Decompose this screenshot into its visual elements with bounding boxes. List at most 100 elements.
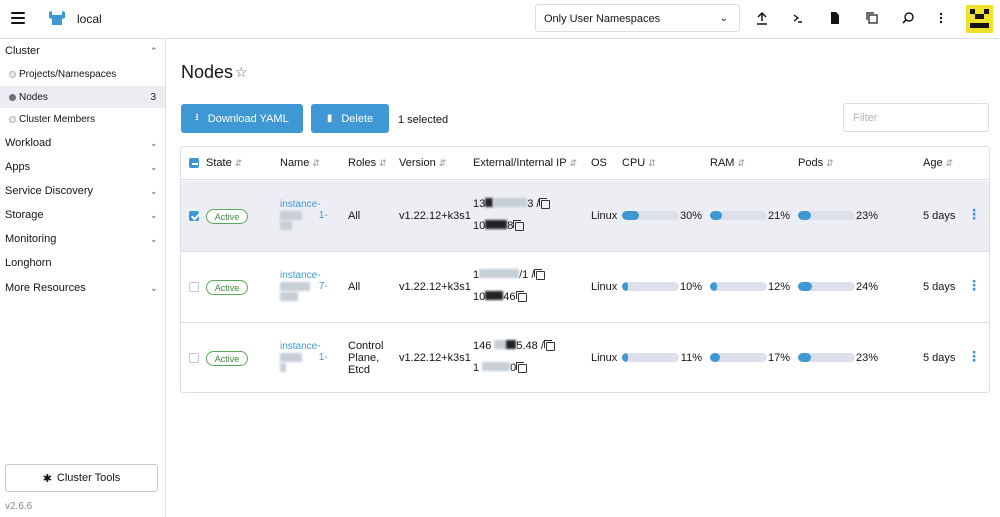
copy-icon[interactable] <box>516 361 528 373</box>
column-header-pods[interactable]: Pods ⇵ <box>798 157 834 169</box>
chevron-down-icon[interactable]: ⌄ <box>150 162 158 173</box>
column-header-ram[interactable]: RAM ⇵ <box>710 157 745 169</box>
copy-icon[interactable] <box>543 339 555 351</box>
file-icon[interactable] <box>827 10 843 26</box>
node-name-link[interactable]: instance- 7- <box>280 270 328 304</box>
cpu-usage-percent: 11% <box>680 352 702 364</box>
filter-placeholder: Filter <box>853 112 878 124</box>
filter-input[interactable]: Filter <box>843 103 989 132</box>
sidebar-group-service-discovery[interactable]: Service Discovery <box>5 185 93 197</box>
sidebar-item-nodes[interactable]: Nodes 3 <box>0 86 165 108</box>
chevron-down-icon[interactable]: ⌄ <box>150 138 158 149</box>
ram-usage-bar <box>710 211 767 220</box>
column-header-version[interactable]: Version ⇵ <box>399 157 446 169</box>
node-age: 5 days <box>923 210 956 222</box>
column-header-age[interactable]: Age ⇵ <box>923 157 953 169</box>
row-actions-icon[interactable]: ⋮ <box>967 348 981 365</box>
cluster-tools-label: Cluster Tools <box>56 472 121 484</box>
table-row[interactable]: Active instance- 1- All v1.22.12+k3s1 13… <box>181 181 989 252</box>
table-header: State ⇵ Name ⇵ Roles ⇵ Version ⇵ External/In… <box>181 147 989 180</box>
sort-icon: ⇵ <box>379 158 387 168</box>
sort-icon: ⇵ <box>945 158 954 168</box>
table-row[interactable]: Active instance- 1- Control Plane, Etcd … <box>181 323 989 394</box>
nav-dot-icon <box>9 115 16 123</box>
column-header-cpu[interactable]: CPU ⇵ <box>622 157 656 169</box>
shell-icon[interactable] <box>790 10 806 26</box>
node-ip: 146 5.48 / 10 <box>473 335 555 379</box>
sort-icon: ⇵ <box>569 158 578 168</box>
delete-button[interactable]: ▮ Delete <box>311 104 389 133</box>
cluster-tools-button[interactable]: ✱ Cluster Tools <box>5 464 158 492</box>
sidebar-group-more-resources[interactable]: More Resources <box>5 282 86 294</box>
chevron-down-icon: ⌄ <box>719 13 728 24</box>
status-badge: Active <box>206 280 248 295</box>
sidebar-group-storage[interactable]: Storage <box>5 209 44 221</box>
search-icon[interactable] <box>900 10 916 26</box>
namespace-select[interactable]: Only User Namespaces ⌄ <box>535 4 740 32</box>
pods-usage-percent: 23% <box>855 352 878 364</box>
sidebar-group-longhorn[interactable]: Longhorn <box>5 257 52 269</box>
copy-icon[interactable] <box>513 219 525 231</box>
sidebar-item-label: Cluster Members <box>19 113 96 125</box>
cpu-usage-percent: 30% <box>679 210 702 222</box>
row-checkbox[interactable] <box>189 211 199 221</box>
row-checkbox[interactable] <box>189 353 199 363</box>
column-header-ip[interactable]: External/Internal IP ⇵ <box>473 157 577 169</box>
node-roles: All <box>348 210 361 222</box>
column-header-state[interactable]: State ⇵ <box>206 157 242 169</box>
sidebar-group-cluster[interactable]: Cluster <box>5 45 40 57</box>
download-yaml-label: Download YAML <box>207 112 289 125</box>
cluster-name[interactable]: local <box>77 12 102 26</box>
chevron-down-icon[interactable]: ⌄ <box>150 210 158 221</box>
chevron-down-icon[interactable]: ⌄ <box>150 283 158 294</box>
select-all-checkbox[interactable] <box>189 158 199 168</box>
namespace-select-value: Only User Namespaces <box>544 13 661 25</box>
more-vertical-icon[interactable] <box>933 10 949 26</box>
node-name-link[interactable]: instance- 1- <box>280 341 328 375</box>
node-ip: 1/1 / 10 46 <box>473 264 546 308</box>
sidebar-group-apps[interactable]: Apps <box>5 161 30 173</box>
nodes-count: 3 <box>150 91 156 103</box>
cpu-usage-fill <box>622 282 628 291</box>
upload-icon[interactable] <box>754 10 770 26</box>
column-header-name[interactable]: Name ⇵ <box>280 157 320 169</box>
cpu-usage-bar <box>622 282 679 291</box>
chevron-up-icon[interactable]: ⌃ <box>150 46 158 57</box>
sidebar-item-projects-namespaces[interactable]: Projects/Namespaces <box>0 63 165 85</box>
sidebar-item-cluster-members[interactable]: Cluster Members <box>0 108 165 130</box>
user-avatar[interactable] <box>966 5 993 33</box>
node-age: 5 days <box>923 352 956 364</box>
row-actions-icon[interactable]: ⋮ <box>967 206 981 223</box>
column-header-os[interactable]: OS <box>591 157 607 169</box>
copy-icon[interactable] <box>539 197 551 209</box>
sidebar-group-workload[interactable]: Workload <box>5 137 51 149</box>
pods-usage-percent: 24% <box>855 281 878 293</box>
copy-icon[interactable] <box>534 268 546 280</box>
copy-icon[interactable] <box>515 290 527 302</box>
nav-dot-icon <box>9 70 16 78</box>
copy-config-icon[interactable] <box>864 10 880 26</box>
nav-dot-icon <box>9 93 16 101</box>
gear-icon: ✱ <box>42 472 52 485</box>
sort-icon: ⇵ <box>826 158 834 168</box>
node-version: v1.22.12+k3s1 <box>399 210 471 222</box>
menu-icon[interactable] <box>11 12 25 24</box>
chevron-down-icon[interactable]: ⌄ <box>150 186 158 197</box>
ram-usage-fill <box>710 353 720 362</box>
sort-icon: ⇵ <box>648 158 656 168</box>
cpu-usage-percent: 10% <box>679 281 702 293</box>
pods-usage-bar <box>798 353 855 362</box>
sidebar-group-monitoring[interactable]: Monitoring <box>5 233 56 245</box>
column-header-roles[interactable]: Roles ⇵ <box>348 157 387 169</box>
node-age: 5 days <box>923 281 956 293</box>
row-checkbox[interactable] <box>189 282 199 292</box>
chevron-down-icon[interactable]: ⌄ <box>150 234 158 245</box>
node-name-link[interactable]: instance- 1- <box>280 199 328 233</box>
star-icon[interactable]: ☆ <box>235 64 248 81</box>
download-yaml-button[interactable]: ⭳ Download YAML <box>181 104 303 133</box>
version-label: v2.6.6 <box>5 501 33 512</box>
cpu-usage-bar <box>622 211 679 220</box>
cpu-usage-fill <box>622 211 640 220</box>
row-actions-icon[interactable]: ⋮ <box>967 277 981 294</box>
table-row[interactable]: Active instance- 7- All v1.22.12+k3s1 1/… <box>181 252 989 323</box>
